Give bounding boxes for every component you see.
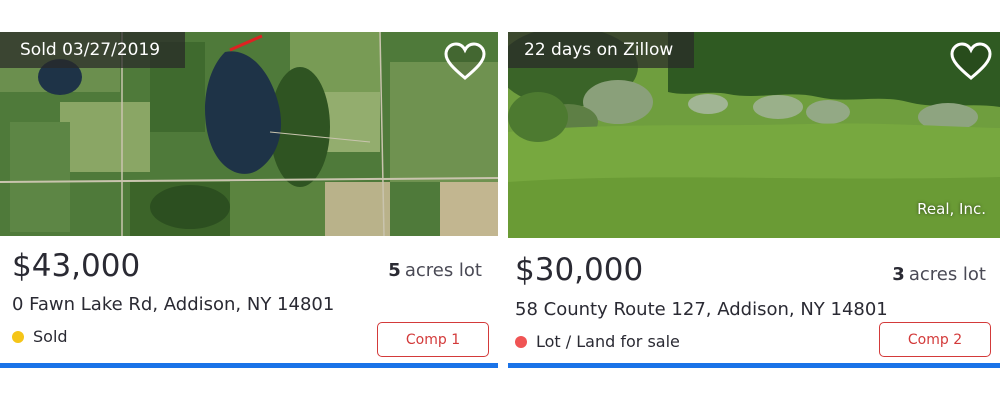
lot-size-number: 5	[388, 260, 401, 281]
listing-status: Lot / Land for sale	[515, 332, 680, 351]
comp-1-button[interactable]: Comp 1	[377, 322, 489, 357]
listing-address[interactable]: 58 County Route 127, Addison, NY 14801	[515, 299, 888, 320]
status-dot-icon	[12, 330, 24, 343]
card-accent-bar	[0, 363, 498, 368]
listing-address[interactable]: 0 Fawn Lake Rd, Addison, NY 14801	[12, 294, 334, 315]
listing-card-1[interactable]: Sold 03/27/2019 $43,000 5 acres lot 0 Faw…	[0, 32, 498, 368]
listing-price: $30,000	[515, 252, 644, 288]
lot-size-unit: acres lot	[908, 264, 986, 285]
status-text: Sold	[33, 327, 68, 346]
lot-size-number: 3	[892, 264, 905, 285]
status-text: Lot / Land for sale	[536, 332, 680, 351]
favorite-heart-icon[interactable]	[443, 42, 487, 82]
status-dot-icon	[515, 335, 527, 348]
favorite-heart-icon[interactable]	[949, 42, 993, 82]
listing-status: Sold	[12, 327, 68, 346]
lot-size: 5 acres lot	[388, 260, 482, 281]
days-on-site-tag: 22 days on Zillow	[508, 32, 694, 68]
listing-price: $43,000	[12, 248, 141, 284]
listing-card-2[interactable]: 22 days on Zillow Real, Inc. $30,000 3 ac…	[508, 32, 1000, 368]
photo-attribution: Real, Inc.	[917, 200, 986, 218]
listing-photo-aerial[interactable]: Sold 03/27/2019	[0, 32, 498, 236]
lot-size: 3 acres lot	[892, 264, 986, 285]
card-accent-bar	[508, 363, 1000, 368]
lot-size-unit: acres lot	[404, 260, 482, 281]
comp-2-button[interactable]: Comp 2	[879, 322, 991, 357]
sold-date-tag: Sold 03/27/2019	[0, 32, 185, 68]
listing-photo-field[interactable]: 22 days on Zillow Real, Inc.	[508, 32, 1000, 238]
